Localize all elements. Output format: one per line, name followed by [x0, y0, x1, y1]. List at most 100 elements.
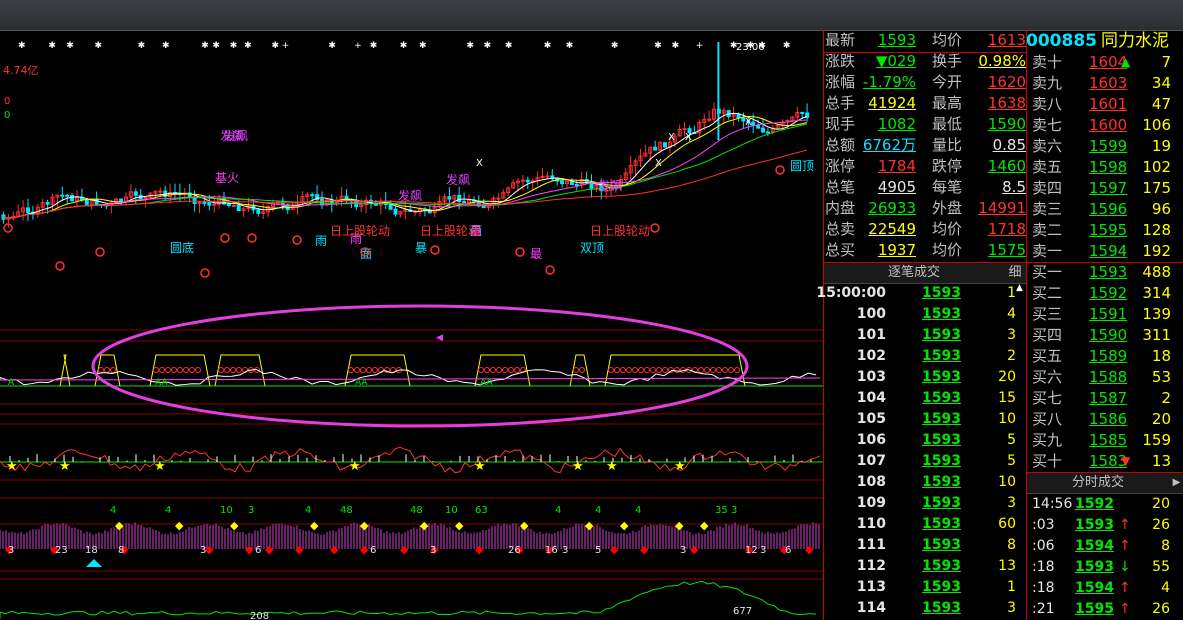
order-book-qty: 13	[1151, 452, 1171, 470]
stock-code: 000885	[1026, 31, 1097, 51]
minute-price: 1593	[1075, 559, 1114, 575]
order-book-row[interactable]: 卖十 1604 ▲ 7	[1029, 52, 1183, 73]
candle-body	[231, 204, 236, 207]
quote-label: 最低	[932, 115, 963, 133]
order-book-row[interactable]: 卖三 1596 96	[1029, 199, 1183, 220]
tick-row: 108 1593 10	[824, 472, 1026, 493]
top-marker: ✱	[244, 41, 252, 51]
indicator-dot	[348, 367, 354, 373]
indicator-dot	[110, 367, 116, 373]
minute-arrow-icon: ↑	[1119, 517, 1131, 533]
candle-body	[320, 198, 324, 206]
diamond-icon: ◆	[360, 519, 369, 532]
order-book-row[interactable]: 买一 1593 488	[1029, 262, 1183, 283]
order-book-row[interactable]: 买五 1589 18	[1029, 346, 1183, 367]
order-book-row[interactable]: 卖五 1598 102	[1029, 157, 1183, 178]
order-book-row[interactable]: 卖八 1601 47	[1029, 94, 1183, 115]
kline-chart-area[interactable]: ✱ ✱ ✱ ✱ ✱ ✱ ✱ ✱ ✱ ✱ ✱ + ✱ + ✱ ✱ ✱ ✱ ✱ ✱ ✱ ✱ ✱ ✱ ✱ + ✱ ✱ ✱ ✱ 4.74亿 23.06…	[0, 30, 823, 620]
order-book-qty: 139	[1142, 305, 1171, 323]
signal-label: 发飙	[446, 172, 470, 187]
order-book-qty: 7	[1161, 53, 1171, 71]
minute-panel-expand-icon[interactable]: ▶	[1169, 472, 1183, 494]
kline-chart-svg[interactable]: ✱ ✱ ✱ ✱ ✱ ✱ ✱ ✱ ✱ ✱ ✱ + ✱ + ✱ ✱ ✱ ✱ ✱ ✱ ✱ ✱ ✱ ✱ ✱ + ✱ ✱ ✱ ✱4.74亿23.06…	[0, 30, 823, 620]
indicator-dot	[218, 367, 224, 373]
top-marker: ✱	[201, 41, 209, 51]
tick-volume: 4	[1007, 306, 1016, 322]
indicator-dot	[195, 367, 201, 373]
order-book-row[interactable]: 买八 1586 20	[1029, 409, 1183, 430]
indicator-number: 4	[595, 505, 601, 516]
order-book-qty: 102	[1142, 158, 1171, 176]
order-book-label: 买八	[1032, 410, 1063, 428]
indicator-dot	[177, 367, 183, 373]
indicator-dot	[698, 367, 704, 373]
order-book-row[interactable]: 买十 1583 ▼ 13	[1029, 451, 1183, 472]
diamond-icon: ◆	[115, 519, 124, 532]
top-marker: +	[696, 41, 704, 51]
indicator-number: 48	[410, 505, 423, 516]
indicator-dot	[98, 367, 104, 373]
top-marker: ✱	[466, 41, 474, 51]
quote-row: 现手 1082 最低 1590	[824, 114, 1026, 135]
quote-label: 总手	[825, 94, 856, 112]
order-book-row[interactable]: 买六 1588 53	[1029, 367, 1183, 388]
order-book-row[interactable]: 卖九 1603 34	[1029, 73, 1183, 94]
order-book-qty: 488	[1142, 263, 1171, 281]
order-book-row[interactable]: 买七 1587 2	[1029, 388, 1183, 409]
signal-circle-icon	[775, 165, 785, 175]
tick-price: 1593	[922, 432, 961, 448]
quote-label: 换手	[932, 52, 963, 70]
indicator-number: 3	[8, 545, 14, 556]
tick-detail-tab[interactable]: 细	[1004, 262, 1026, 284]
order-book-row[interactable]: 买四 1590 311	[1029, 325, 1183, 346]
candle-body	[707, 118, 712, 121]
tick-volume: 8	[1007, 537, 1016, 553]
candle-body	[682, 128, 687, 131]
indicator-dot	[579, 367, 585, 373]
x-marker: X	[745, 117, 752, 128]
indicator-dot	[490, 367, 496, 373]
order-book-row[interactable]: 卖二 1595 128	[1029, 220, 1183, 241]
candle-body	[496, 197, 501, 200]
minute-price: 1594	[1075, 580, 1114, 596]
candle-body	[765, 131, 770, 134]
quote-value: 1937	[877, 241, 916, 259]
order-book-qty: 128	[1142, 221, 1171, 239]
indicator-dot	[620, 367, 626, 373]
quote-label: 每笔	[932, 178, 963, 196]
quote-label: 总额	[825, 136, 856, 154]
quote-row: 涨停 1784 跌停 1460	[824, 156, 1026, 177]
diamond-icon: ◆	[620, 519, 629, 532]
quote-value: 41924	[868, 94, 916, 112]
indicator-number: 3	[760, 545, 766, 556]
tick-time: 105	[856, 411, 886, 427]
signal-label: 发飙	[224, 128, 248, 143]
minute-time: :06	[1032, 538, 1055, 554]
quote-label: 最高	[932, 94, 963, 112]
indicator-dot	[704, 367, 710, 373]
order-book-row[interactable]: 买三 1591 139	[1029, 304, 1183, 325]
top-marker: ✱	[138, 41, 146, 51]
order-book-row[interactable]: 卖四 1597 175	[1029, 178, 1183, 199]
indicator-dot	[638, 367, 644, 373]
signal-label: 双顶	[580, 241, 604, 255]
order-book-row[interactable]: 卖七 1600 106	[1029, 115, 1183, 136]
signal-label: 暴	[415, 241, 427, 255]
indicator-dot	[484, 367, 490, 373]
quote-value: 0.98%	[978, 52, 1026, 70]
order-book-row[interactable]: 买二 1592 314	[1029, 283, 1183, 304]
order-arrow-icon: ▼	[1121, 454, 1131, 468]
candle-body	[574, 184, 579, 187]
indicator-line	[0, 446, 821, 474]
order-book-price: 1587	[1089, 389, 1128, 407]
top-marker: ✱	[328, 41, 336, 51]
x-marker: X	[685, 132, 692, 143]
quote-row: 总买 1937 均价 1575	[824, 240, 1026, 261]
minute-volume: 8	[1161, 538, 1170, 554]
order-book-row[interactable]: 卖一 1594 192	[1029, 241, 1183, 262]
order-book-qty: 19	[1151, 137, 1171, 155]
order-book-row[interactable]: 卖六 1599 19	[1029, 136, 1183, 157]
minute-arrow-icon: ↑	[1119, 601, 1131, 617]
diamond-icon: ◆	[585, 519, 594, 532]
order-book-row[interactable]: 买九 1585 159	[1029, 430, 1183, 451]
